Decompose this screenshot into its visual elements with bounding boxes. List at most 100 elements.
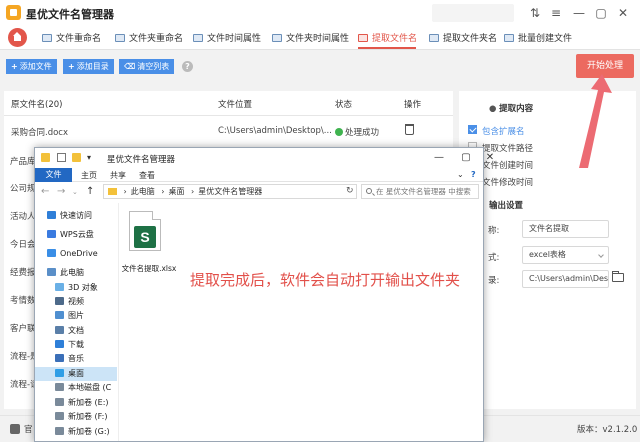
ribbon-expand-icon[interactable]: ⌄	[457, 170, 464, 179]
tab-label: 提取文件夹名	[443, 34, 498, 44]
website-icon[interactable]	[10, 424, 20, 434]
output-dir-input[interactable]: C:\Users\admin\Des	[522, 270, 609, 288]
explorer-maximize-button[interactable]: ▢	[459, 151, 473, 165]
help-icon[interactable]: ?	[471, 170, 476, 179]
excel-badge: S	[134, 226, 156, 248]
new-folder-icon[interactable]	[72, 153, 81, 162]
sidebar-item-music[interactable]: 音乐	[35, 352, 117, 366]
col-header-action: 操作	[404, 100, 422, 110]
file-icon	[42, 34, 52, 42]
dir-label: 录:	[488, 276, 500, 286]
star-icon	[47, 211, 56, 219]
pin-icon[interactable]: ⇅	[526, 4, 544, 22]
menu-icon[interactable]: ≡	[547, 4, 565, 22]
active-tab-underline	[358, 47, 416, 49]
address-bar[interactable]: › 此电脑 › 桌面 › 星优文件名管理器	[103, 184, 357, 199]
refresh-icon[interactable]: ↻	[346, 186, 354, 196]
minimize-button[interactable]: —	[570, 4, 588, 22]
sidebar-item-volume-f[interactable]: 新加卷 (F:)	[35, 410, 117, 424]
maximize-button[interactable]: ▢	[592, 4, 610, 22]
computer-icon	[47, 268, 56, 276]
start-processing-button[interactable]: 开始处理	[576, 54, 634, 78]
modified-time-label: 文件修改时间	[482, 178, 534, 188]
home-icon[interactable]	[8, 28, 27, 47]
tab-file-time[interactable]: 文件时间属性	[193, 31, 261, 47]
breadcrumb-this-pc[interactable]: 此电脑	[131, 187, 155, 196]
close-button[interactable]: ✕	[614, 4, 632, 22]
ribbon-home-tab[interactable]: 主页	[81, 170, 97, 181]
output-format-select[interactable]: excel表格	[522, 246, 609, 264]
excel-file-icon: S	[129, 211, 161, 251]
website-link-text[interactable]: 官	[24, 423, 33, 435]
search-input[interactable]: 在 星优文件名管理器 中搜索	[361, 184, 479, 199]
include-ext-label: 包含扩展名	[482, 127, 525, 137]
tab-label: 批量创建文件	[518, 34, 573, 44]
folder-icon	[108, 188, 117, 195]
header-divider	[4, 115, 453, 116]
explorer-minimize-button[interactable]: —	[432, 151, 446, 165]
table-row-fragment: 公司规	[10, 184, 36, 194]
tab-file-rename[interactable]: 文件重命名	[42, 31, 101, 47]
sidebar-item-label: 视频	[68, 297, 84, 306]
quick-access-dropdown-icon[interactable]: ▾	[87, 153, 96, 162]
help-icon[interactable]: ?	[182, 61, 193, 72]
add-directory-button[interactable]: + 添加目录	[63, 59, 114, 74]
ribbon-file-tab[interactable]: 文件	[35, 168, 72, 182]
sidebar-item-quick-access[interactable]: 快速访问	[35, 209, 117, 223]
clock-icon	[272, 34, 282, 42]
sidebar-item-volume-e[interactable]: 新加卷 (E:)	[35, 396, 117, 410]
music-icon	[55, 354, 64, 362]
sidebar-item-volume-g[interactable]: 新加卷 (G:)	[35, 425, 117, 439]
clear-list-button[interactable]: ⌫ 清空列表	[119, 59, 175, 74]
tab-extract-foldername[interactable]: 提取文件夹名	[429, 31, 497, 47]
sidebar-item-local-disk-c[interactable]: 本地磁盘 (C	[35, 381, 117, 395]
sidebar-item-label: OneDrive	[60, 249, 98, 258]
properties-icon[interactable]	[57, 153, 66, 162]
sidebar-item-pictures[interactable]: 图片	[35, 309, 117, 323]
include-ext-checkbox[interactable]	[468, 125, 477, 134]
output-settings-heading: 输出设置	[489, 199, 523, 211]
sidebar-item-desktop[interactable]: 桌面	[35, 367, 117, 381]
sidebar-item-3d-objects[interactable]: 3D 对象	[35, 281, 117, 295]
button-label: 添加文件	[19, 62, 52, 71]
delete-row-icon[interactable]	[405, 124, 414, 135]
folder-icon	[41, 153, 50, 162]
sidebar-item-onedrive[interactable]: OneDrive	[35, 247, 117, 261]
tab-extract-filename[interactable]: 提取文件名	[358, 31, 417, 47]
sidebar-item-documents[interactable]: 文档	[35, 324, 117, 338]
forward-arrow-icon[interactable]: →	[57, 186, 65, 198]
breadcrumb-separator: ›	[123, 187, 127, 196]
sidebar-item-this-pc[interactable]: 此电脑	[35, 266, 117, 280]
title-bar-blank-area	[432, 4, 514, 22]
recent-dropdown-icon[interactable]: ⌄	[72, 186, 78, 198]
picture-icon	[55, 311, 64, 319]
ribbon-view-tab[interactable]: 查看	[139, 170, 155, 181]
sidebar-item-videos[interactable]: 视频	[35, 295, 117, 309]
add-file-button[interactable]: + 添加文件	[6, 59, 57, 74]
tab-batch-create[interactable]: 批量创建文件	[504, 31, 572, 47]
tab-folder-time[interactable]: 文件夹时间属性	[272, 31, 349, 47]
breadcrumb-desktop[interactable]: 桌面	[169, 187, 185, 196]
tab-label: 文件时间属性	[207, 34, 262, 44]
up-arrow-icon[interactable]: ↑	[86, 186, 94, 198]
tab-folder-rename[interactable]: 文件夹重命名	[115, 31, 183, 47]
drive-icon	[55, 427, 64, 435]
sidebar-item-label: 本地磁盘 (C	[68, 383, 112, 392]
ribbon-share-tab[interactable]: 共享	[110, 170, 126, 181]
sidebar-item-label: 快速访问	[60, 211, 92, 220]
breadcrumb-separator: ›	[161, 187, 165, 196]
file-item-xlsx[interactable]: S 文件名提取.xlsx	[119, 208, 176, 282]
explorer-close-button[interactable]: ✕	[483, 151, 497, 165]
col-header-filename: 原文件名(20)	[11, 100, 63, 110]
sidebar-item-wps-cloud[interactable]: WPS云盘	[35, 228, 117, 242]
button-label: 清空列表	[137, 62, 170, 71]
back-arrow-icon[interactable]: ←	[41, 186, 49, 198]
tab-label: 提取文件名	[372, 34, 418, 44]
folder-open-icon[interactable]	[612, 271, 624, 282]
app-logo-icon	[6, 5, 21, 20]
tab-label: 文件重命名	[56, 34, 102, 44]
sidebar-item-downloads[interactable]: 下载	[35, 338, 117, 352]
app-title: 星优文件名管理器	[26, 8, 114, 21]
breadcrumb-app-folder[interactable]: 星优文件名管理器	[198, 187, 262, 196]
output-name-input[interactable]: 文件名提取	[522, 220, 609, 238]
